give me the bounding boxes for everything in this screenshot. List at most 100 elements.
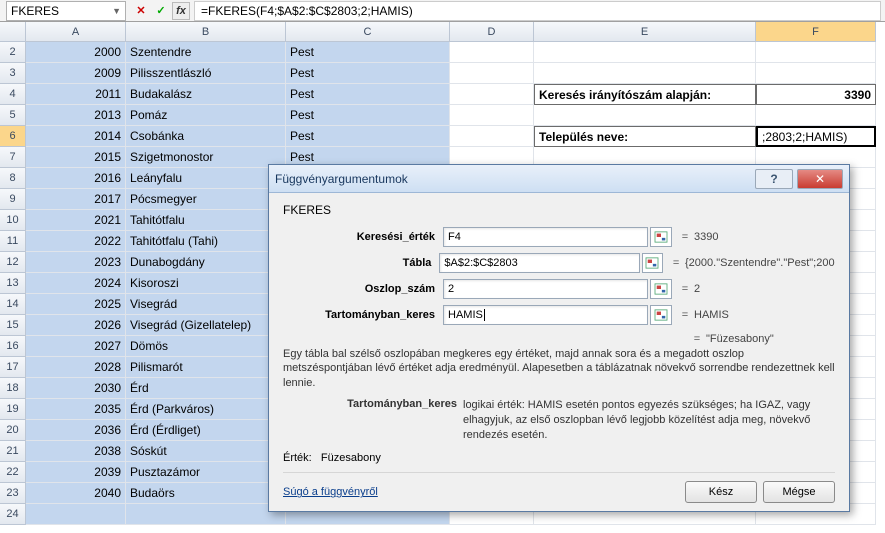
cell-C4[interactable]: Pest [286, 84, 450, 105]
cell-A3[interactable]: 2009 [26, 63, 126, 84]
row-header-3[interactable]: 3 [0, 63, 26, 84]
row-header-10[interactable]: 10 [0, 210, 26, 231]
dialog-help-button[interactable]: ? [755, 169, 793, 189]
row-header-16[interactable]: 16 [0, 336, 26, 357]
cell-B4[interactable]: Budakalász [126, 84, 286, 105]
cell-A18[interactable]: 2030 [26, 378, 126, 399]
cell-E6[interactable]: Település neve: [534, 126, 756, 147]
cell-C6[interactable]: Pest [286, 126, 450, 147]
cell-F5[interactable] [756, 105, 876, 126]
row-header-18[interactable]: 18 [0, 378, 26, 399]
accept-icon[interactable]: ✓ [152, 2, 170, 20]
cell-B14[interactable]: Visegrád [126, 294, 286, 315]
cell-B3[interactable]: Pilisszentlászló [126, 63, 286, 84]
cell-B5[interactable]: Pomáz [126, 105, 286, 126]
arg-input[interactable]: $A$2:$C$2803 [439, 253, 639, 273]
row-header-4[interactable]: 4 [0, 84, 26, 105]
cell-A10[interactable]: 2021 [26, 210, 126, 231]
row-header-2[interactable]: 2 [0, 42, 26, 63]
cell-B19[interactable]: Érd (Parkváros) [126, 399, 286, 420]
row-header-22[interactable]: 22 [0, 462, 26, 483]
cell-B20[interactable]: Érd (Érdliget) [126, 420, 286, 441]
range-picker-icon[interactable] [650, 279, 672, 299]
cell-E5[interactable] [534, 105, 756, 126]
cell-A7[interactable]: 2015 [26, 147, 126, 168]
cell-B7[interactable]: Szigetmonostor [126, 147, 286, 168]
cell-A14[interactable]: 2025 [26, 294, 126, 315]
column-header-F[interactable]: F [756, 22, 876, 42]
cell-F2[interactable] [756, 42, 876, 63]
cell-C2[interactable]: Pest [286, 42, 450, 63]
row-header-8[interactable]: 8 [0, 168, 26, 189]
arg-input[interactable]: 2 [443, 279, 648, 299]
dialog-cancel-button[interactable]: Mégse [763, 481, 835, 503]
cell-A21[interactable]: 2038 [26, 441, 126, 462]
arg-input[interactable]: HAMIS [443, 305, 648, 325]
cell-A19[interactable]: 2035 [26, 399, 126, 420]
cell-D2[interactable] [450, 42, 534, 63]
cell-B17[interactable]: Pilismarót [126, 357, 286, 378]
cell-B23[interactable]: Budaörs [126, 483, 286, 504]
cell-F6[interactable]: ;2803;2;HAMIS) [756, 126, 876, 147]
cell-A23[interactable]: 2040 [26, 483, 126, 504]
cell-C5[interactable]: Pest [286, 105, 450, 126]
cell-A9[interactable]: 2017 [26, 189, 126, 210]
row-header-6[interactable]: 6 [0, 126, 26, 147]
dialog-help-link[interactable]: Súgó a függvényről [283, 486, 378, 498]
cell-D3[interactable] [450, 63, 534, 84]
cell-E3[interactable] [534, 63, 756, 84]
row-header-11[interactable]: 11 [0, 231, 26, 252]
cell-B22[interactable]: Pusztazámor [126, 462, 286, 483]
cell-A4[interactable]: 2011 [26, 84, 126, 105]
row-header-20[interactable]: 20 [0, 420, 26, 441]
cell-A16[interactable]: 2027 [26, 336, 126, 357]
cell-A6[interactable]: 2014 [26, 126, 126, 147]
cell-B21[interactable]: Sóskút [126, 441, 286, 462]
cancel-icon[interactable]: ✕ [132, 2, 150, 20]
cell-B15[interactable]: Visegrád (Gizellatelep) [126, 315, 286, 336]
row-header-9[interactable]: 9 [0, 189, 26, 210]
cell-F4[interactable]: 3390 [756, 84, 876, 105]
dialog-close-button[interactable]: ✕ [797, 169, 843, 189]
name-box-dropdown-icon[interactable]: ▼ [112, 6, 121, 16]
cell-D4[interactable] [450, 84, 534, 105]
select-all-corner[interactable] [0, 22, 26, 42]
cell-E4[interactable]: Keresés irányítószám alapján: [534, 84, 756, 105]
row-header-7[interactable]: 7 [0, 147, 26, 168]
formula-input[interactable]: =FKERES(F4;$A$2:$C$2803;2;HAMIS) [194, 1, 881, 21]
row-header-13[interactable]: 13 [0, 273, 26, 294]
cell-A24[interactable] [26, 504, 126, 525]
cell-A15[interactable]: 2026 [26, 315, 126, 336]
row-header-17[interactable]: 17 [0, 357, 26, 378]
cell-A8[interactable]: 2016 [26, 168, 126, 189]
row-header-15[interactable]: 15 [0, 315, 26, 336]
cell-D5[interactable] [450, 105, 534, 126]
dialog-titlebar[interactable]: Függvényargumentumok ? ✕ [269, 165, 849, 193]
cell-A20[interactable]: 2036 [26, 420, 126, 441]
cell-D6[interactable] [450, 126, 534, 147]
cell-A22[interactable]: 2039 [26, 462, 126, 483]
range-picker-icon[interactable] [642, 253, 664, 273]
fx-icon[interactable]: fx [172, 2, 190, 20]
cell-A5[interactable]: 2013 [26, 105, 126, 126]
cell-A11[interactable]: 2022 [26, 231, 126, 252]
cell-B13[interactable]: Kisoroszi [126, 273, 286, 294]
dialog-ok-button[interactable]: Kész [685, 481, 757, 503]
cell-B10[interactable]: Tahitótfalu [126, 210, 286, 231]
name-box[interactable]: FKERES ▼ [6, 1, 126, 21]
row-header-19[interactable]: 19 [0, 399, 26, 420]
column-header-C[interactable]: C [286, 22, 450, 42]
cell-E2[interactable] [534, 42, 756, 63]
cell-B16[interactable]: Dömös [126, 336, 286, 357]
row-header-23[interactable]: 23 [0, 483, 26, 504]
arg-input[interactable]: F4 [443, 227, 648, 247]
row-header-14[interactable]: 14 [0, 294, 26, 315]
cell-A2[interactable]: 2000 [26, 42, 126, 63]
range-picker-icon[interactable] [650, 305, 672, 325]
cell-B8[interactable]: Leányfalu [126, 168, 286, 189]
column-header-B[interactable]: B [126, 22, 286, 42]
cell-A12[interactable]: 2023 [26, 252, 126, 273]
row-header-5[interactable]: 5 [0, 105, 26, 126]
cell-C3[interactable]: Pest [286, 63, 450, 84]
column-header-E[interactable]: E [534, 22, 756, 42]
